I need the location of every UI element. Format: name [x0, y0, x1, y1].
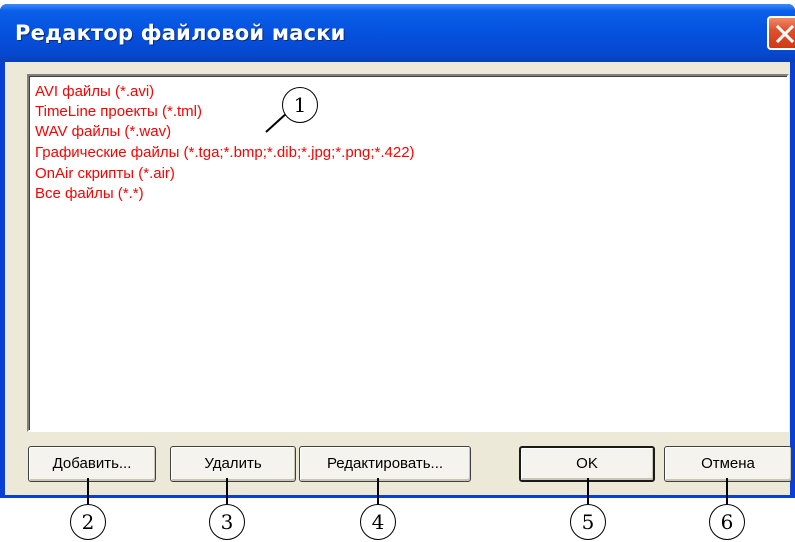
list-item[interactable]: WAV файлы (*.wav): [35, 122, 171, 142]
callout-leader-2: [87, 478, 89, 504]
callout-leader-3: [226, 478, 228, 504]
callout-leader-6: [726, 478, 728, 504]
callout-leader-5: [587, 478, 589, 504]
title-bar[interactable]: Редактор файловой маски: [0, 4, 795, 62]
list-item[interactable]: OnAir скрипты (*.air): [35, 164, 175, 184]
list-item[interactable]: Графические файлы (*.tga;*.bmp;*.dib;*.j…: [35, 143, 415, 163]
list-item[interactable]: AVI файлы (*.avi): [35, 82, 154, 102]
file-mask-list[interactable]: AVI файлы (*.avi) TimeLine проекты (*.tm…: [27, 74, 789, 432]
callout-1: 1: [282, 87, 318, 123]
close-icon: [775, 24, 795, 44]
delete-button[interactable]: Удалить: [170, 446, 296, 482]
close-button[interactable]: [767, 16, 795, 50]
callout-4: 4: [360, 504, 396, 540]
cancel-button[interactable]: Отмена: [664, 446, 792, 482]
callout-2: 2: [70, 504, 106, 540]
ok-button[interactable]: OK: [519, 446, 655, 482]
dialog-window: Редактор файловой маски AVI файлы (*.avi…: [0, 4, 795, 498]
dialog-client-area: AVI файлы (*.avi) TimeLine проекты (*.tm…: [5, 62, 792, 495]
add-button[interactable]: Добавить...: [28, 446, 156, 482]
callout-5: 5: [570, 504, 606, 540]
edit-button[interactable]: Редактировать...: [299, 446, 471, 482]
list-item[interactable]: Все файлы (*.*): [35, 184, 144, 204]
callout-leader-4: [377, 478, 379, 504]
callout-3: 3: [209, 504, 245, 540]
window-title: Редактор файловой маски: [15, 21, 346, 45]
list-item[interactable]: TimeLine проекты (*.tml): [35, 102, 202, 122]
callout-6: 6: [709, 504, 745, 540]
